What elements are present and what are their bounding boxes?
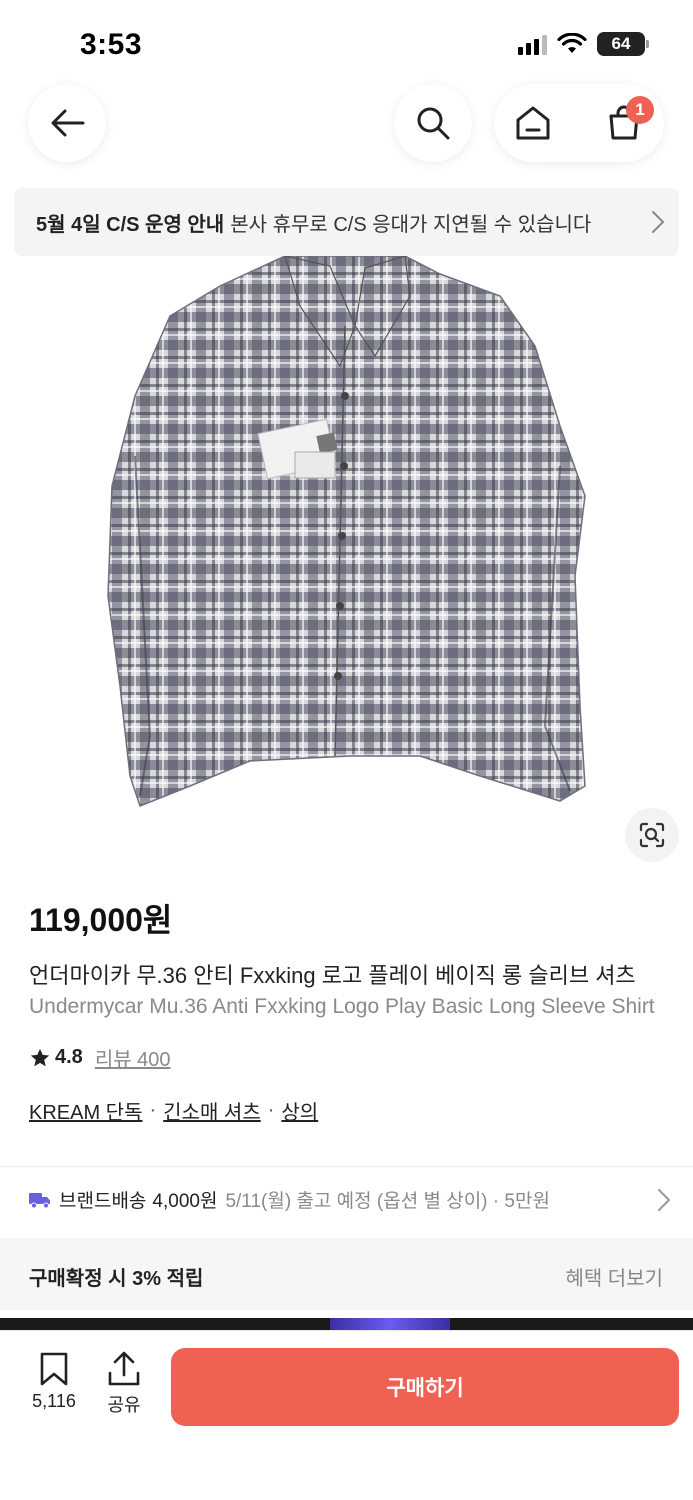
star-icon	[30, 1048, 50, 1066]
lens-icon	[639, 822, 665, 848]
category-separator: ·	[267, 1099, 275, 1121]
back-button[interactable]	[28, 84, 106, 162]
share-button[interactable]: 공유	[102, 1351, 146, 1417]
review-link[interactable]: 리뷰 400	[95, 1043, 171, 1072]
search-icon	[417, 107, 450, 140]
cart-button[interactable]: 1	[606, 96, 654, 147]
category-link-kream-exclusive[interactable]: KREAM 단독	[29, 1096, 142, 1125]
share-icon	[108, 1351, 140, 1386]
product-price: 119,000원	[29, 902, 173, 938]
battery-level: 64	[611, 34, 631, 53]
bookmark-icon	[40, 1352, 68, 1386]
section-divider	[0, 1166, 693, 1167]
image-search-button[interactable]	[625, 808, 679, 862]
chevron-right-icon	[658, 1188, 670, 1211]
share-label: 공유	[107, 1395, 141, 1415]
product-image[interactable]	[0, 255, 693, 866]
rating-row: 4.8 리뷰 400	[29, 1043, 171, 1072]
battery-icon: 64	[597, 32, 649, 56]
shipping-detail: 5/11(월) 출고 예정 (옵션 별 상이) · 5만원	[225, 1191, 550, 1212]
search-button[interactable]	[394, 84, 472, 162]
header-action-group: 1	[494, 84, 664, 162]
notice-title: 5월 4일 C/S 운영 안내	[36, 213, 225, 236]
chevron-right-icon	[652, 211, 664, 233]
shirt-illustration	[107, 255, 586, 807]
status-indicators: 64	[518, 32, 649, 56]
rating-value: 4.8	[55, 1046, 83, 1068]
notice-banner[interactable]: 5월 4일 C/S 운영 안내 본사 휴무로 C/S 응대가 지연될 수 있습니…	[14, 188, 679, 256]
category-breadcrumb: KREAM 단독 · 긴소매 셔츠 · 상의	[29, 1096, 318, 1125]
cart-count-badge: 1	[626, 96, 654, 124]
back-arrow-icon	[51, 109, 85, 137]
home-icon	[516, 106, 550, 140]
status-bar: 3:53 64	[0, 0, 693, 90]
benefit-title: 구매확정 시 3% 적립	[29, 1268, 204, 1290]
category-link-tops[interactable]: 상의	[281, 1096, 318, 1125]
delivery-truck-icon	[29, 1192, 50, 1208]
category-link-long-sleeve-shirts[interactable]: 긴소매 셔츠	[163, 1096, 261, 1125]
signal-icon	[518, 33, 547, 55]
status-time: 3:53	[80, 28, 143, 61]
benefit-more-link[interactable]: 혜택 더보기	[565, 1262, 663, 1291]
product-name-korean: 언더마이카 무.36 안티 Fxxking 로고 플레이 베이직 롱 슬리브 셔…	[29, 963, 636, 988]
home-button[interactable]	[514, 104, 552, 147]
shipping-type: 브랜드배송	[59, 1191, 147, 1212]
shipping-row[interactable]: 브랜드배송 4,000원 5/11(월) 출고 예정 (옵션 별 상이) · 5…	[29, 1186, 693, 1213]
shipping-fee: 4,000원	[152, 1191, 218, 1212]
buy-button[interactable]: 구매하기	[171, 1348, 679, 1426]
category-separator: ·	[149, 1099, 157, 1121]
notice-text: 본사 휴무로 C/S 응대가 지연될 수 있습니다	[230, 213, 592, 236]
benefit-row: 구매확정 시 3% 적립 혜택 더보기	[0, 1238, 693, 1310]
wifi-icon	[557, 33, 587, 53]
bookmark-count: 5,116	[32, 1391, 76, 1411]
bottom-action-bar: 5,116 공유 구매하기	[0, 1330, 693, 1500]
bookmark-button[interactable]: 5,116	[28, 1351, 80, 1412]
product-name-english: Undermycar Mu.36 Anti Fxxking Logo Play …	[29, 995, 655, 1018]
